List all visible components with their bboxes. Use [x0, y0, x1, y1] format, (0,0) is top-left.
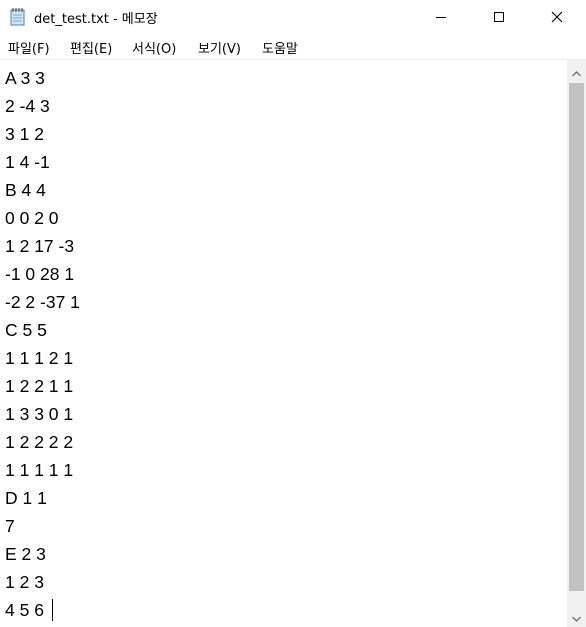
text-line: C 5 5 [5, 320, 47, 340]
maximize-button[interactable] [470, 0, 528, 34]
text-line: 4 5 6 [5, 600, 44, 620]
text-line: D 1 1 [5, 488, 47, 508]
text-line: 1 4 -1 [5, 152, 50, 172]
text-line: 1 1 1 1 1 [5, 460, 74, 480]
text-line: 3 1 2 [5, 124, 44, 144]
title-bar[interactable]: det_test.txt - 메모장 [0, 0, 586, 34]
scroll-up-arrow-icon [572, 62, 581, 81]
text-line: 1 2 2 1 1 [5, 376, 74, 396]
scrollbar-thumb[interactable] [569, 83, 584, 591]
scroll-up-button[interactable] [567, 60, 586, 82]
notepad-icon [10, 7, 26, 26]
text-line: 1 1 1 2 1 [5, 348, 74, 368]
text-line: 1 3 3 0 1 [5, 404, 74, 424]
menu-view[interactable]: 보기(V) [197, 38, 242, 57]
close-icon [551, 8, 563, 27]
text-line: A 3 3 [5, 68, 45, 88]
text-line: -1 0 28 1 [5, 264, 75, 284]
scroll-down-arrow-icon [572, 607, 581, 626]
minimize-icon [435, 8, 447, 27]
text-line: B 4 4 [5, 180, 46, 200]
text-line: E 2 3 [5, 544, 46, 564]
menu-file[interactable]: 파일(F) [7, 38, 51, 57]
text-line: 1 2 17 -3 [5, 236, 75, 256]
notepad-window: det_test.txt - 메모장 파일(F) 편집(E) 서식(O) 보기(… [0, 0, 586, 627]
text-line: 1 2 2 2 2 [5, 432, 74, 452]
text-line: -2 2 -37 1 [5, 292, 80, 312]
minimize-button[interactable] [412, 0, 470, 34]
text-editor[interactable]: A 3 3 2 -4 3 3 1 2 1 4 -1 B 4 4 0 0 2 0 … [0, 60, 566, 627]
text-line: 2 -4 3 [5, 96, 50, 116]
maximize-icon [493, 8, 505, 27]
vertical-scrollbar[interactable] [567, 60, 586, 627]
text-line: 1 2 3 [5, 572, 44, 592]
window-title: det_test.txt - 메모장 [34, 12, 158, 27]
text-caret [52, 599, 53, 621]
close-button[interactable] [528, 0, 586, 34]
text-line: 0 0 2 0 [5, 208, 59, 228]
menu-format[interactable]: 서식(O) [131, 38, 177, 57]
menu-bar: 파일(F) 편집(E) 서식(O) 보기(V) 도움말 [0, 34, 586, 60]
text-line: 7 [5, 516, 15, 536]
scroll-down-button[interactable] [567, 605, 586, 627]
menu-edit[interactable]: 편집(E) [69, 38, 113, 57]
menu-help[interactable]: 도움말 [261, 38, 299, 57]
